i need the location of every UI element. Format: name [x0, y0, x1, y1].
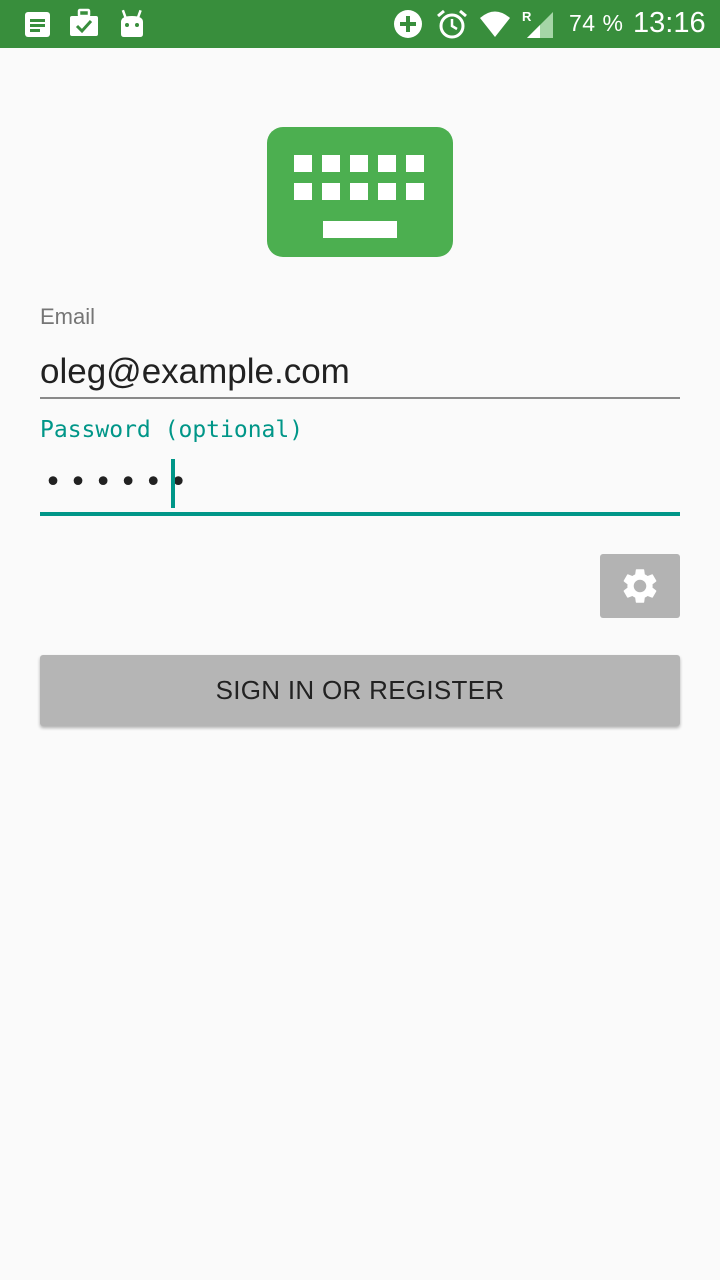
- gear-icon: [623, 569, 657, 603]
- cell-signal-icon: R: [521, 8, 557, 40]
- email-label: Email: [40, 304, 96, 329]
- status-bar: R 74 % 13:16: [0, 0, 720, 48]
- settings-button[interactable]: [600, 554, 680, 618]
- notes-icon: [22, 8, 54, 40]
- sign-in-or-register-button[interactable]: SIGN IN OR REGISTER: [40, 655, 680, 726]
- text-cursor: [171, 459, 175, 508]
- alarm-icon: [436, 8, 468, 40]
- keyboard-icon: [267, 127, 453, 257]
- roaming-indicator: R: [522, 9, 532, 24]
- battery-percentage: 74 %: [569, 10, 624, 36]
- android-icon: [116, 8, 148, 40]
- add-circle-icon: [392, 8, 424, 40]
- email-field[interactable]: oleg@example.com: [40, 348, 680, 399]
- status-time: 13:16: [633, 7, 706, 39]
- password-label: Password (optional): [40, 417, 304, 443]
- briefcase-check-icon: [68, 8, 100, 40]
- wifi-icon: [479, 8, 511, 40]
- password-field[interactable]: ••••••: [40, 456, 680, 516]
